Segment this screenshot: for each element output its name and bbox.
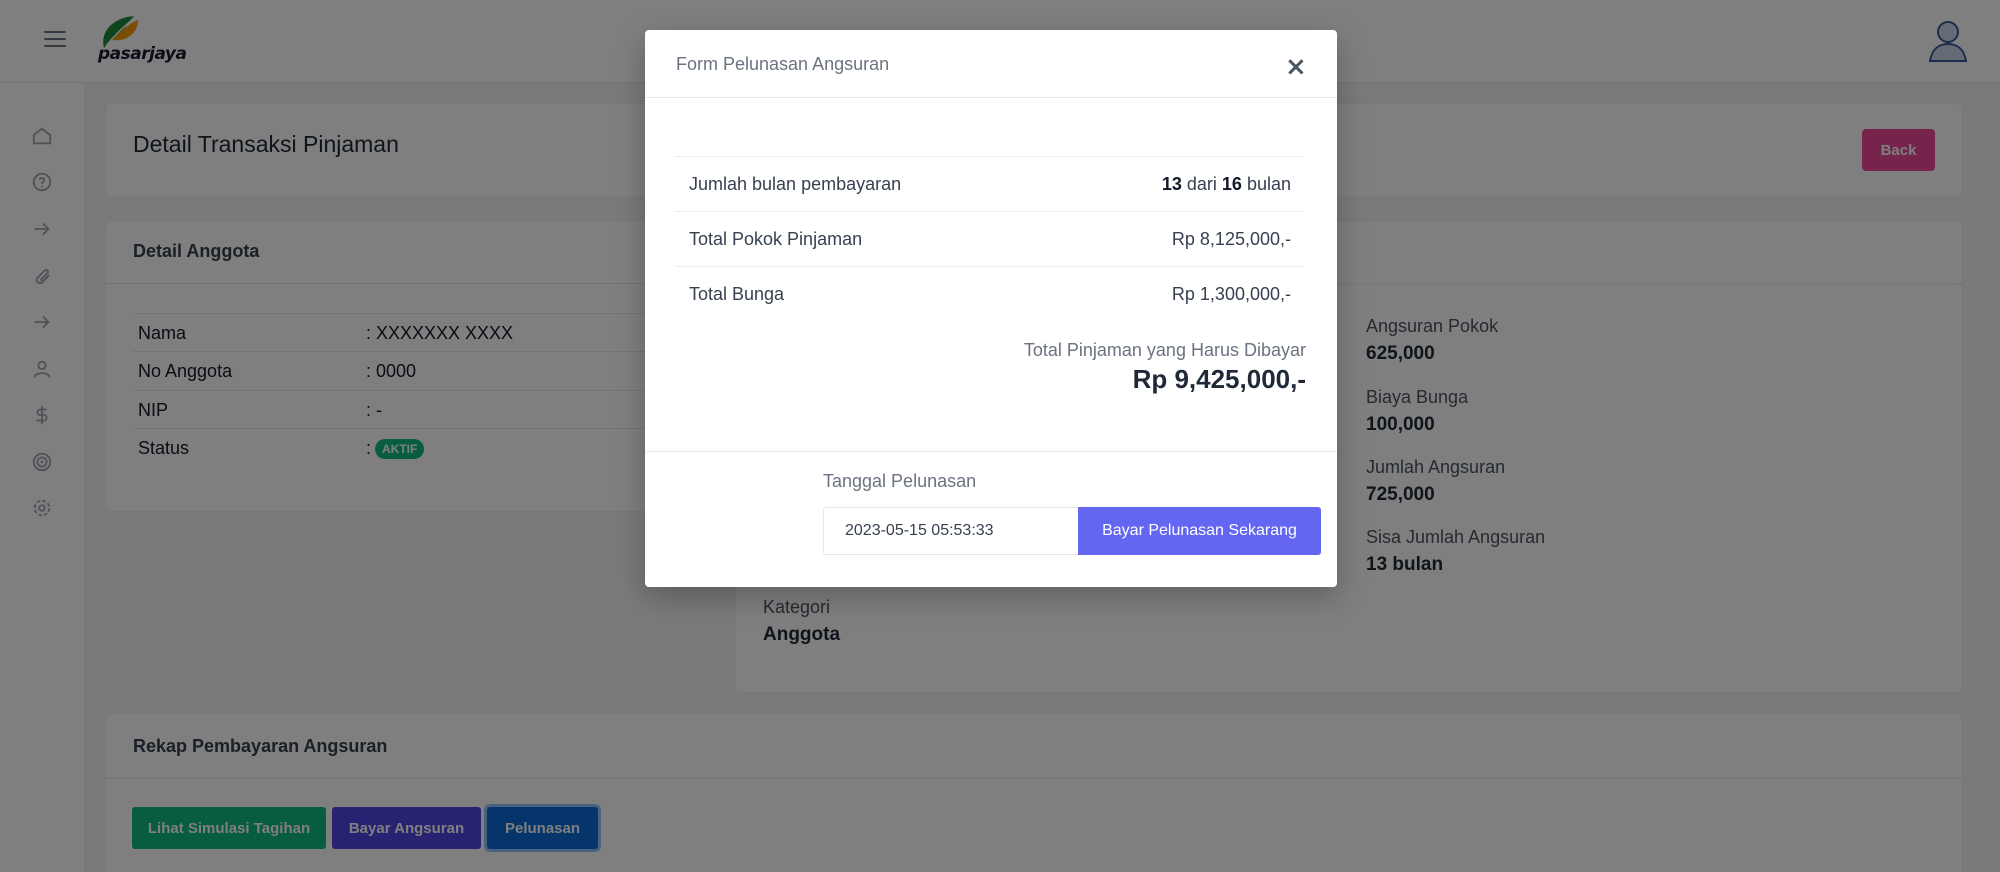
months-value: 13 dari 16 bulan [1162,174,1291,195]
modal-title: Form Pelunasan Angsuran [676,54,890,74]
months-label: Jumlah bulan pembayaran [689,174,902,194]
total-value: Rp 9,425,000,- [1132,364,1306,394]
tanggal-pelunasan-input[interactable] [823,507,1079,555]
months-unit: bulan [1246,174,1291,194]
bunga-value: Rp 1,300,000,- [1171,284,1291,304]
pokok-row: Total Pokok Pinjaman Rp 8,125,000,- [675,211,1305,266]
bunga-row: Total Bunga Rp 1,300,000,- [675,266,1305,321]
total-label: Total Pinjaman yang Harus Dibayar [1023,340,1306,360]
modal-footer-divider [645,451,1337,452]
pokok-label: Total Pokok Pinjaman [689,229,863,249]
months-row: Jumlah bulan pembayaran 13 dari 16 bulan [675,156,1305,211]
bunga-label: Total Bunga [689,284,785,304]
months-paid: 13 [1161,174,1182,194]
months-total: 16 [1221,174,1242,194]
months-sep: dari [1186,174,1217,194]
bayar-pelunasan-button[interactable]: Bayar Pelunasan Sekarang [1078,507,1321,555]
modal-header-divider [645,97,1337,98]
tanggal-label: Tanggal Pelunasan [823,471,977,491]
pokok-value: Rp 8,125,000,- [1171,229,1291,249]
close-icon[interactable]: × [1285,52,1307,82]
pelunasan-modal: Form Pelunasan Angsuran × Jumlah bulan p… [645,30,1337,587]
